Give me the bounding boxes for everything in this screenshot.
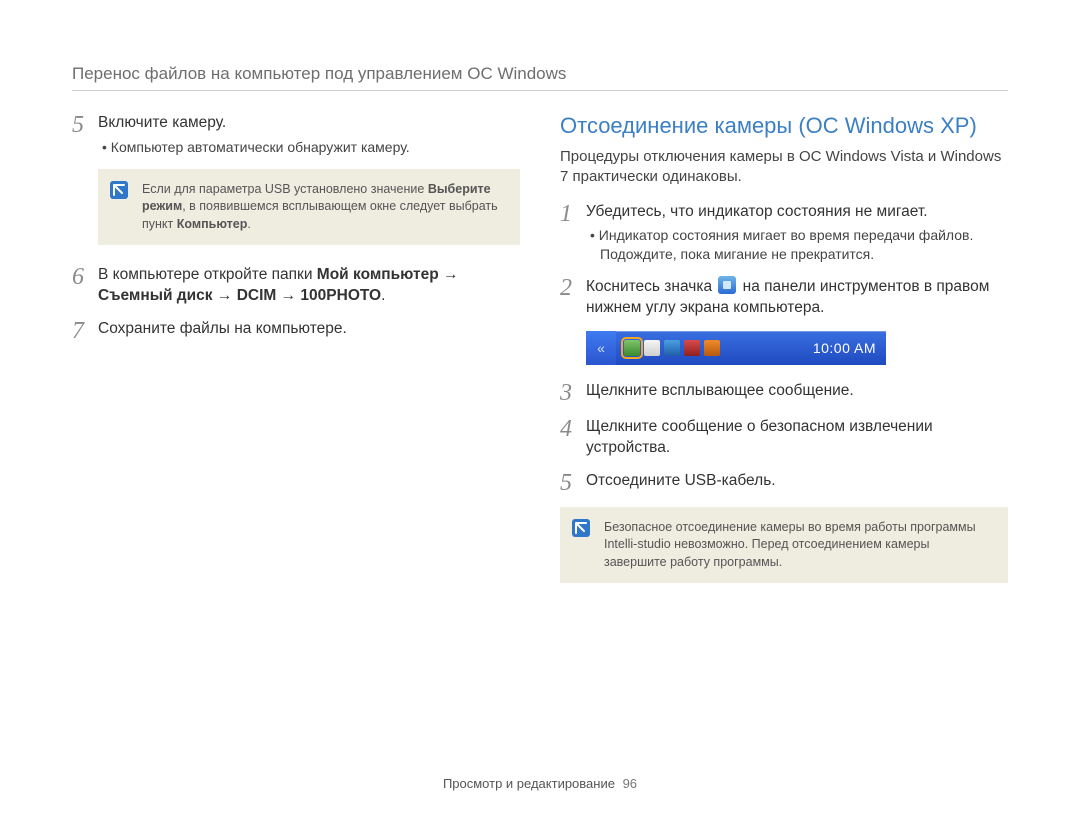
step-6-suffix: . bbox=[381, 287, 385, 304]
step-text: Щелкните сообщение о безопасном извлечен… bbox=[586, 417, 1008, 459]
step-1: 1 Убедитесь, что индикатор состояния не … bbox=[560, 202, 1008, 265]
path-100photo: 100PHOTO bbox=[300, 287, 381, 304]
step-number: 2 bbox=[560, 276, 586, 300]
step-main-text: Включите камеру. bbox=[98, 114, 226, 131]
page-footer: Просмотр и редактирование 96 bbox=[72, 752, 1008, 791]
step-number: 4 bbox=[560, 417, 586, 441]
note-icon bbox=[110, 181, 128, 199]
step-2: 2 Коснитесь значка на панели инструменто… bbox=[560, 276, 1008, 319]
tray-shield-icon bbox=[704, 340, 720, 356]
step-text: Включите камеру. Компьютер автоматически… bbox=[98, 113, 520, 157]
step-5: 5 Включите камеру. Компьютер автоматичес… bbox=[72, 113, 520, 157]
step-5b: 5 Отсоедините USB-кабель. bbox=[560, 471, 1008, 495]
taskbar-expand-icon bbox=[586, 331, 616, 365]
footer-section: Просмотр и редактирование bbox=[443, 776, 615, 791]
step-6: 6 В компьютере откройте папки Мой компью… bbox=[72, 265, 520, 307]
step-text: Коснитесь значка на панели инструментов … bbox=[586, 276, 1008, 319]
system-tray bbox=[616, 340, 728, 356]
footer-page-number: 96 bbox=[623, 776, 637, 791]
step-bullet: Компьютер автоматически обнаружит камеру… bbox=[98, 138, 520, 157]
page-header-title: Перенос файлов на компьютер под управлен… bbox=[72, 64, 1008, 84]
step-bullet: Индикатор состояния мигает во время пере… bbox=[586, 226, 1008, 264]
step-text: Убедитесь, что индикатор состояния не ми… bbox=[586, 202, 1008, 265]
section-intro: Процедуры отключения камеры в ОС Windows… bbox=[560, 147, 1008, 188]
note-icon bbox=[572, 519, 590, 537]
step-text: Сохраните файлы на компьютере. bbox=[98, 319, 520, 340]
step-text: В компьютере откройте папки Мой компьюте… bbox=[98, 265, 520, 307]
note-text-suffix: . bbox=[247, 217, 250, 231]
step-number: 1 bbox=[560, 202, 586, 226]
tray-monitor-icon bbox=[664, 340, 680, 356]
path-my-computer: Мой компьютер bbox=[317, 266, 439, 283]
arrow: → bbox=[276, 287, 300, 304]
note-text: Безопасное отсоединение камеры во время … bbox=[604, 520, 976, 569]
step-main-text: Убедитесь, что индикатор состояния не ми… bbox=[586, 203, 928, 220]
windows-xp-taskbar: 10:00 AM bbox=[586, 331, 886, 365]
right-column: Отсоединение камеры (ОС Windows XP) Проц… bbox=[560, 113, 1008, 752]
step-text: Щелкните всплывающее сообщение. bbox=[586, 381, 1008, 402]
tray-speaker-icon bbox=[684, 340, 700, 356]
safely-remove-icon bbox=[718, 276, 736, 294]
left-column: 5 Включите камеру. Компьютер автоматичес… bbox=[72, 113, 520, 752]
arrow: → bbox=[213, 287, 237, 304]
step-number: 7 bbox=[72, 319, 98, 343]
step-7: 7 Сохраните файлы на компьютере. bbox=[72, 319, 520, 343]
step-6-pre: В компьютере откройте папки bbox=[98, 266, 317, 283]
step-number: 5 bbox=[72, 113, 98, 137]
step-number: 6 bbox=[72, 265, 98, 289]
content-columns: 5 Включите камеру. Компьютер автоматичес… bbox=[72, 113, 1008, 752]
step-text: Отсоедините USB-кабель. bbox=[586, 471, 1008, 492]
note-box-intelli-studio: Безопасное отсоединение камеры во время … bbox=[560, 507, 1008, 584]
tray-check-icon bbox=[644, 340, 660, 356]
taskbar-clock: 10:00 AM bbox=[728, 340, 886, 356]
arrow: → bbox=[439, 266, 459, 283]
note-text-pre: Если для параметра USB установлено значе… bbox=[142, 182, 428, 196]
note-box-usb: Если для параметра USB установлено значе… bbox=[98, 169, 520, 246]
tray-eject-icon bbox=[624, 340, 640, 356]
header-divider bbox=[72, 90, 1008, 91]
path-dcim: DCIM bbox=[237, 287, 277, 304]
note-bold-2: Компьютер bbox=[177, 217, 248, 231]
section-heading: Отсоединение камеры (ОС Windows XP) bbox=[560, 113, 1008, 139]
path-removable-disk: Съемный диск bbox=[98, 287, 213, 304]
step-3: 3 Щелкните всплывающее сообщение. bbox=[560, 381, 1008, 405]
step-number: 5 bbox=[560, 471, 586, 495]
step-2-pre: Коснитесь значка bbox=[586, 278, 716, 295]
step-number: 3 bbox=[560, 381, 586, 405]
step-4: 4 Щелкните сообщение о безопасном извлеч… bbox=[560, 417, 1008, 459]
page: Перенос файлов на компьютер под управлен… bbox=[0, 0, 1080, 815]
